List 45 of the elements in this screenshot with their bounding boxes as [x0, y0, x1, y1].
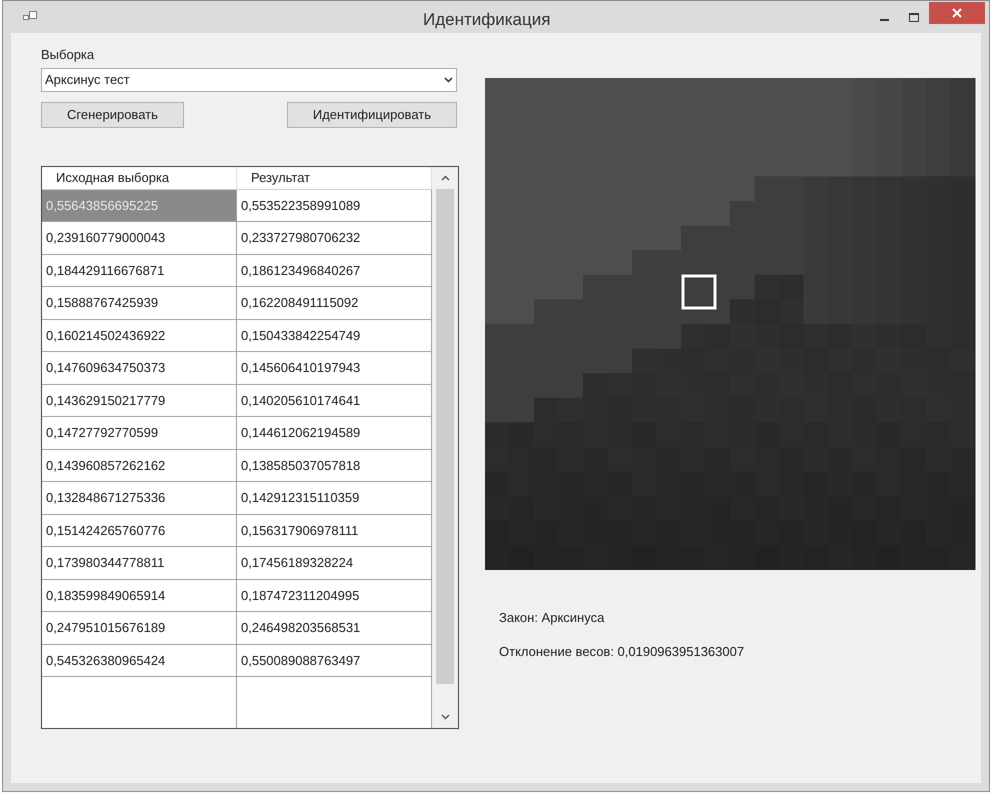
table-cell: 0,233727980706232	[237, 222, 432, 254]
close-icon	[952, 8, 962, 18]
app-icon	[23, 11, 37, 23]
sample-label: Выборка	[41, 46, 96, 64]
table-cell: 0,545326380965424	[42, 644, 237, 677]
table-cell: 0,184429116676871	[42, 254, 237, 287]
table-cell: 0,15888767425939	[42, 287, 237, 320]
table-cell: 0,187472311204995	[237, 580, 432, 612]
close-button[interactable]	[929, 2, 985, 24]
result-text: Отклонение весов: 0,0190963951363007	[499, 642, 746, 660]
table-cell: 0,138585037057818	[237, 450, 432, 482]
table-cell: 0,142912315110359	[237, 482, 432, 514]
table-cell: 0,553522358991089	[237, 190, 432, 222]
column-header[interactable]: Исходная выборка	[42, 166, 237, 188]
table-cell: 0,143629150217779	[42, 384, 237, 417]
table-cell: 0,145606410197943	[237, 352, 432, 384]
generate-button[interactable]: Сгенерировать	[41, 102, 184, 128]
scroll-down-icon	[440, 714, 450, 720]
table-cell: 0,147609634750373	[42, 352, 237, 384]
table-cell: 0,14727792770599	[42, 417, 237, 450]
scroll-thumb[interactable]	[436, 188, 454, 684]
sample-dropdown[interactable]: Арксинус тест	[41, 68, 457, 92]
table-cell: 0,550089088763497	[237, 644, 432, 677]
table-cell: 0,246498203568531	[237, 612, 432, 644]
table-cell: 0,156317906978111	[237, 514, 432, 547]
table-cell: 0,150433842254749	[237, 320, 432, 352]
chevron-icon	[444, 76, 453, 82]
identify-button[interactable]: Идентифицировать	[286, 102, 457, 128]
table-cell: 0,140205610174641	[237, 384, 432, 417]
table-cell: 0,17456189328224	[237, 547, 432, 580]
table-cell: 0,186123496840267	[237, 254, 432, 287]
table-cell: 0,247951015676189	[42, 612, 237, 644]
table-cell: 0,151424265760776	[42, 514, 237, 547]
scroll-up-icon	[440, 174, 450, 180]
table-cell: 0,173980344778811	[42, 547, 237, 580]
table-cell: 0,143960857262162	[42, 450, 237, 482]
table-cell: 0,239160779000043	[42, 222, 237, 254]
table-cell: 0,132848671275336	[42, 482, 237, 514]
table-cell: 0,183599849065914	[42, 580, 237, 612]
table-cell: 0,55643856695225	[42, 190, 237, 222]
table-cell: 0,144612062194589	[237, 417, 432, 450]
table-cell: 0,162208491115092	[237, 287, 432, 320]
window-title: Идентификация	[423, 9, 550, 31]
table-cell: 0,160214502436922	[42, 320, 237, 352]
result-text: Закон: Арксинуса	[499, 609, 606, 627]
